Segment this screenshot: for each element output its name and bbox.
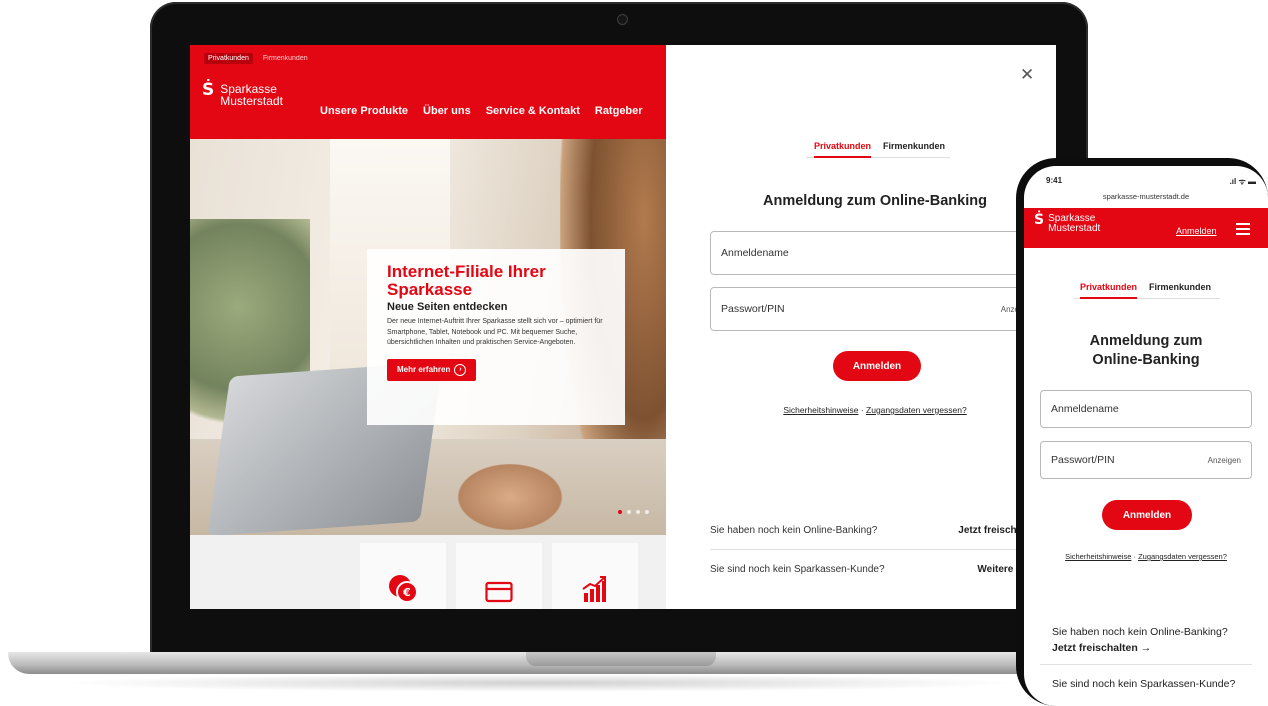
webcam-icon — [617, 14, 628, 25]
promo-question: Sie haben noch kein Online-Banking? — [710, 524, 878, 536]
login-button[interactable]: Anmelden — [833, 351, 921, 381]
login-button[interactable]: Anmelden — [1102, 500, 1192, 530]
coins-euro-icon: € — [389, 575, 418, 603]
password-field[interactable]: Passwort/PIN Anzeigen — [1040, 441, 1252, 479]
tab-private[interactable]: Privatkunden — [814, 141, 872, 158]
login-tabs: Privatkunden Firmenkunden — [1080, 282, 1211, 299]
security-notes-link[interactable]: Sicherheitshinweise — [1065, 552, 1131, 561]
login-heading: Anmeldung zum Online-Banking — [763, 193, 987, 209]
circle-arrow-right-icon: › — [454, 363, 467, 376]
more-info-button[interactable]: Mehr erfahren › — [387, 358, 477, 381]
nav-item-products[interactable]: Unsere Produkte — [320, 105, 408, 117]
promo-activate: Sie haben noch kein Online-Banking? Jetz… — [1052, 626, 1228, 654]
laptop-notch — [526, 652, 716, 666]
username-placeholder: Anmeldename — [721, 247, 789, 259]
hero-image: Internet-Filiale Ihrer Sparkasse Neue Se… — [190, 139, 666, 535]
teaser-subtitle: Neue Seiten entdecken — [387, 301, 508, 313]
growth-chart-icon — [582, 576, 606, 602]
feature-strip: € — [190, 535, 666, 609]
login-help-links: Sicherheitshinweise · Zugangsdaten verge… — [1065, 552, 1227, 561]
mobile-header: Ṡ Sparkasse Musterstadt Anmelden — [1024, 208, 1268, 248]
signal-wifi-battery-icon: .ıl ᯤ ▬ — [1229, 177, 1256, 186]
segment-tab-business[interactable]: Firmenkunden — [259, 53, 312, 64]
sparkasse-s-icon: Ṡ — [1034, 212, 1045, 228]
feature-card-investments[interactable] — [552, 543, 638, 609]
nav-item-advice[interactable]: Ratgeber — [595, 105, 643, 117]
nav-item-about[interactable]: Über uns — [423, 105, 471, 117]
carousel-dot[interactable] — [645, 510, 649, 514]
sparkasse-s-icon: Ṡ — [202, 80, 215, 100]
laptop-shadow — [60, 674, 1020, 692]
login-panel: ✕ Privatkunden Firmenkunden Anmeldung zu… — [666, 45, 1056, 609]
promo-customer: Sie sind noch kein Sparkassen-Kunde? — [1052, 678, 1236, 690]
address-bar[interactable]: sparkasse-musterstadt.de — [1024, 192, 1268, 201]
more-info-label: Mehr erfahren — [397, 365, 451, 374]
password-placeholder: Passwort/PIN — [721, 303, 785, 315]
carousel-dot[interactable] — [636, 510, 640, 514]
password-field[interactable]: Passwort/PIN Anze — [710, 287, 1030, 331]
segment-tab-private[interactable]: Privatkunden — [204, 53, 253, 64]
hero-teaser: Internet-Filiale Ihrer Sparkasse Neue Se… — [367, 249, 625, 425]
login-help-links: Sicherheitshinweise · Zugangsdaten verge… — [783, 405, 967, 415]
feature-card-savings[interactable]: € — [360, 543, 446, 609]
username-field[interactable]: Anmeldename — [710, 231, 1030, 275]
status-bar: 9:41 .ıl ᯤ ▬ — [1046, 176, 1256, 187]
forgot-credentials-link[interactable]: Zugangsdaten vergessen? — [1138, 552, 1227, 561]
promo-row-activate: Sie haben noch kein Online-Banking? Jetz… — [710, 511, 1040, 549]
username-field[interactable]: Anmeldename — [1040, 390, 1252, 428]
status-time: 9:41 — [1046, 176, 1063, 185]
phone-screen: 9:41 .ıl ᯤ ▬ sparkasse-musterstadt.de Ṡ … — [1024, 166, 1268, 706]
website-background: Privatkunden Firmenkunden Ṡ Sparkasse Mu… — [190, 45, 666, 609]
login-heading: Anmeldung zum Online-Banking — [1089, 333, 1203, 368]
sparkasse-logo[interactable]: Ṡ Sparkasse Musterstadt — [1034, 212, 1100, 234]
show-password-toggle[interactable]: Anzeigen — [1208, 456, 1241, 465]
forgot-credentials-link[interactable]: Zugangsdaten vergessen? — [866, 405, 967, 415]
header-login-link[interactable]: Anmelden — [1176, 226, 1217, 236]
tab-business[interactable]: Firmenkunden — [1149, 282, 1211, 299]
hamburger-menu-icon[interactable] — [1236, 223, 1250, 238]
nav-item-service[interactable]: Service & Kontakt — [486, 105, 580, 117]
tab-private[interactable]: Privatkunden — [1080, 282, 1138, 299]
credit-card-icon — [485, 581, 513, 603]
carousel-dots — [618, 510, 649, 514]
teaser-title: Internet-Filiale Ihrer Sparkasse — [387, 262, 546, 299]
sparkasse-logo[interactable]: Ṡ Sparkasse Musterstadt — [202, 80, 283, 108]
security-notes-link[interactable]: Sicherheitshinweise — [783, 405, 858, 415]
segment-tabs: Privatkunden Firmenkunden — [204, 53, 312, 64]
promo-question: Sie sind noch kein Sparkassen-Kunde? — [710, 563, 885, 575]
divider — [1040, 664, 1252, 665]
logo-line2: Musterstadt — [220, 94, 283, 108]
site-header: Privatkunden Firmenkunden Ṡ Sparkasse Mu… — [190, 45, 666, 139]
promo-row-info: Sie sind noch kein Sparkassen-Kunde? Wei… — [710, 550, 1040, 588]
teaser-text: Der neue Internet-Auftritt Ihrer Sparkas… — [387, 318, 603, 346]
tab-business[interactable]: Firmenkunden — [883, 141, 945, 158]
feature-card-cards[interactable] — [456, 543, 542, 609]
close-icon[interactable]: ✕ — [1020, 65, 1034, 85]
activate-link[interactable]: Jetzt freischalten → — [1052, 642, 1151, 654]
carousel-dot[interactable] — [627, 510, 631, 514]
laptop-screen: Privatkunden Firmenkunden Ṡ Sparkasse Mu… — [190, 45, 1056, 609]
login-tabs: Privatkunden Firmenkunden — [814, 141, 945, 158]
main-nav: Unsere Produkte Über uns Service & Konta… — [320, 105, 643, 117]
carousel-dot[interactable] — [618, 510, 622, 514]
